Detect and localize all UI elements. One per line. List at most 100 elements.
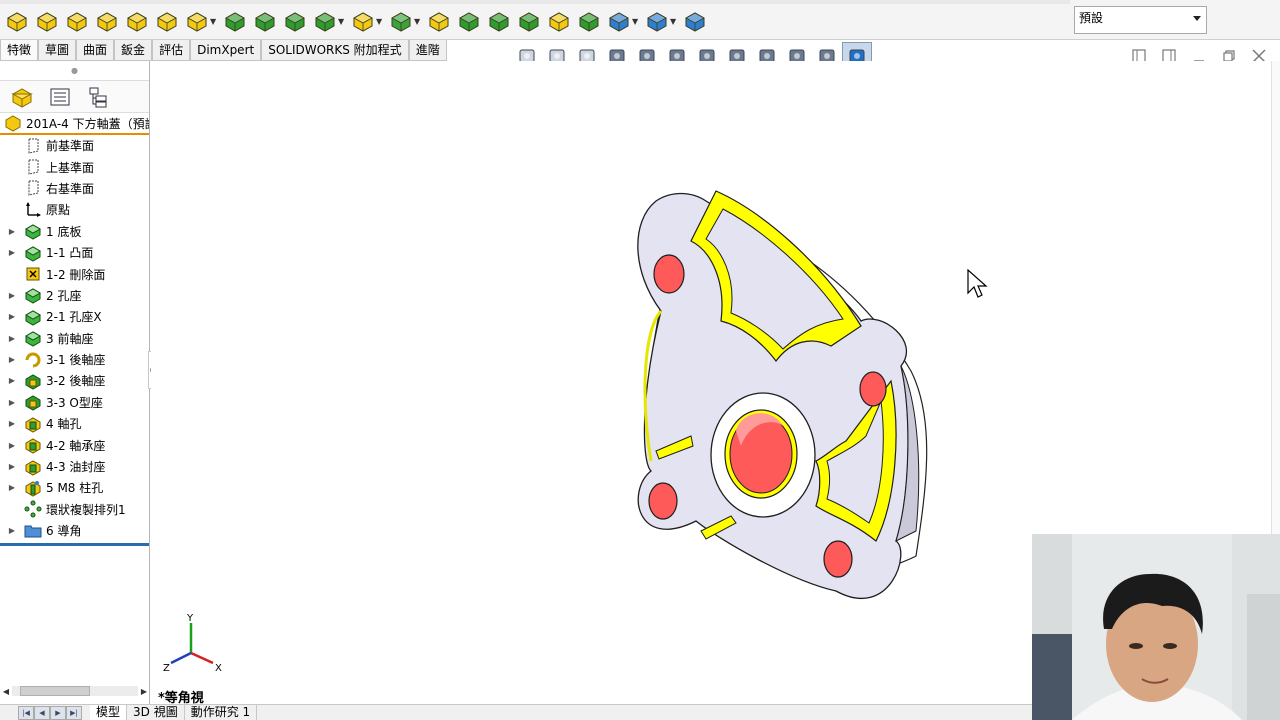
tree-item[interactable]: ▶ 3 前軸座 <box>0 328 149 349</box>
tree-item[interactable]: ▶ 3-1 後軸座 <box>0 349 149 370</box>
expand-arrow-icon[interactable]: ▶ <box>6 462 18 471</box>
intersect-icon[interactable] <box>546 7 572 35</box>
extrude-icon <box>24 244 42 262</box>
chevron-down-icon[interactable]: ▼ <box>338 17 346 26</box>
first-tab-icon[interactable]: |◀ <box>18 705 34 720</box>
expand-arrow-icon[interactable]: ▶ <box>6 419 18 428</box>
chevron-down-icon[interactable]: ▼ <box>632 17 640 26</box>
panel-grip[interactable]: ● <box>0 61 149 81</box>
tree-item[interactable]: ▶ 4 軸孔 <box>0 413 149 434</box>
last-tab-icon[interactable]: ▶| <box>66 705 82 720</box>
tab-3d-views[interactable]: 3D 視圖 <box>127 704 185 720</box>
scroll-right-icon[interactable]: ▶ <box>138 687 150 696</box>
tree-item[interactable]: 上基準面 <box>0 156 149 177</box>
feature-tree-tab-icon[interactable] <box>6 83 38 111</box>
instant3d-icon[interactable] <box>682 7 708 35</box>
hole-wizard-icon[interactable] <box>184 7 210 35</box>
scroll-track[interactable] <box>12 686 138 696</box>
tab-dimxpert[interactable]: DimXpert <box>190 40 262 61</box>
tab-sheet-metal[interactable]: 鈑金 <box>114 40 153 61</box>
draft-icon[interactable] <box>456 7 482 35</box>
extruded-cut-icon[interactable] <box>154 7 180 35</box>
boundary-cut-icon[interactable] <box>312 7 338 35</box>
fillet-icon[interactable] <box>350 7 376 35</box>
tree-item[interactable]: 環狀複製排列1 <box>0 499 149 520</box>
rib-icon[interactable] <box>426 7 452 35</box>
linear-pattern-icon[interactable] <box>388 7 414 35</box>
tree-item[interactable]: 右基準面 <box>0 178 149 199</box>
tab-advanced[interactable]: 進階 <box>408 40 447 61</box>
scroll-left-icon[interactable]: ◀ <box>0 687 12 696</box>
extruded-boss-icon[interactable] <box>4 7 30 35</box>
tree-item[interactable]: ▶ 2 孔座 <box>0 285 149 306</box>
rollback-bar[interactable] <box>0 543 149 547</box>
expand-arrow-icon[interactable]: ▶ <box>6 334 18 343</box>
bolt-hole-top-left[interactable] <box>653 254 685 294</box>
lofted-cut-icon[interactable] <box>282 7 308 35</box>
presenter-image <box>1032 534 1280 720</box>
expand-arrow-icon[interactable]: ▶ <box>6 441 18 450</box>
tree-item[interactable]: ▶ 1-1 凸面 <box>0 242 149 263</box>
shell-icon[interactable] <box>486 7 512 35</box>
bolt-hole-left[interactable] <box>648 482 678 520</box>
tab-model[interactable]: 模型 <box>90 704 128 720</box>
tab-motion-study[interactable]: 動作研究 1 <box>185 704 258 720</box>
part-model[interactable] <box>611 161 931 601</box>
tree-item[interactable]: ▶ 4-3 油封座 <box>0 456 149 477</box>
tab-evaluate[interactable]: 評估 <box>152 40 191 61</box>
chevron-down-icon[interactable]: ▼ <box>670 17 678 26</box>
chevron-down-icon[interactable]: ▼ <box>414 17 422 26</box>
tree-item[interactable]: 原點 <box>0 199 149 220</box>
extrude-icon <box>24 329 42 347</box>
mirror-icon[interactable] <box>576 7 602 35</box>
bolt-hole-bottom[interactable] <box>823 540 853 578</box>
expand-arrow-icon[interactable]: ▶ <box>6 398 18 407</box>
tab-surfaces[interactable]: 曲面 <box>76 40 115 61</box>
revolved-cut-icon[interactable] <box>222 7 248 35</box>
tree-item[interactable]: ▶ 1 底板 <box>0 221 149 242</box>
expand-arrow-icon[interactable]: ▶ <box>6 248 18 257</box>
expand-arrow-icon[interactable]: ▶ <box>6 483 18 492</box>
expand-arrow-icon[interactable]: ▶ <box>6 526 18 535</box>
boundary-boss-icon[interactable] <box>124 7 150 35</box>
cut-icon <box>24 372 42 390</box>
revolved-boss-icon[interactable] <box>34 7 60 35</box>
tree-item[interactable]: 1-2 刪除面 <box>0 263 149 284</box>
tree-item[interactable]: ▶ 3-2 後軸座 <box>0 370 149 391</box>
tree-item-label: 1 底板 <box>46 224 82 239</box>
reference-geometry-icon[interactable] <box>606 7 632 35</box>
next-tab-icon[interactable]: ▶ <box>50 705 66 720</box>
expand-arrow-icon[interactable]: ▶ <box>6 355 18 364</box>
tree-item[interactable]: ▶ 3-3 O型座 <box>0 392 149 413</box>
tab-addins[interactable]: SOLIDWORKS 附加程式 <box>261 40 409 61</box>
horizontal-scrollbar[interactable]: ◀ ▶ <box>0 684 150 698</box>
chevron-down-icon[interactable]: ▼ <box>210 17 218 26</box>
axis-z-label: Z <box>163 663 170 673</box>
tab-features[interactable]: 特徵 <box>0 40 39 61</box>
tree-item[interactable]: ▶ 6 導角 <box>0 520 149 541</box>
chevron-down-icon[interactable] <box>1193 16 1201 21</box>
swept-cut-icon[interactable] <box>252 7 278 35</box>
bolt-hole-right[interactable] <box>859 371 887 407</box>
chevron-down-icon[interactable]: ▼ <box>376 17 384 26</box>
tab-sketch[interactable]: 草圖 <box>38 40 77 61</box>
tree-item[interactable]: ▶ 4-2 軸承座 <box>0 434 149 455</box>
prev-tab-icon[interactable]: ◀ <box>34 705 50 720</box>
configuration-manager-tab-icon[interactable] <box>82 83 114 111</box>
expand-arrow-icon[interactable]: ▶ <box>6 312 18 321</box>
expand-arrow-icon[interactable]: ▶ <box>6 376 18 385</box>
scroll-thumb[interactable] <box>20 686 90 696</box>
expand-arrow-icon[interactable]: ▶ <box>6 291 18 300</box>
expand-arrow-icon[interactable]: ▶ <box>6 227 18 236</box>
part-root[interactable]: 201A-4 下方軸蓋（預設 <box>0 113 149 135</box>
curves-icon[interactable] <box>644 7 670 35</box>
lofted-boss-icon[interactable] <box>94 7 120 35</box>
configuration-select[interactable]: 預設 <box>1074 6 1207 34</box>
tree-item-label: 2-1 孔座X <box>46 310 102 325</box>
tree-item[interactable]: ▶ 2-1 孔座X <box>0 306 149 327</box>
swept-boss-icon[interactable] <box>64 7 90 35</box>
property-manager-tab-icon[interactable] <box>44 83 76 111</box>
wrap-icon[interactable] <box>516 7 542 35</box>
tree-item[interactable]: 前基準面 <box>0 135 149 156</box>
tree-item[interactable]: ▶ 5 M8 柱孔 <box>0 477 149 498</box>
